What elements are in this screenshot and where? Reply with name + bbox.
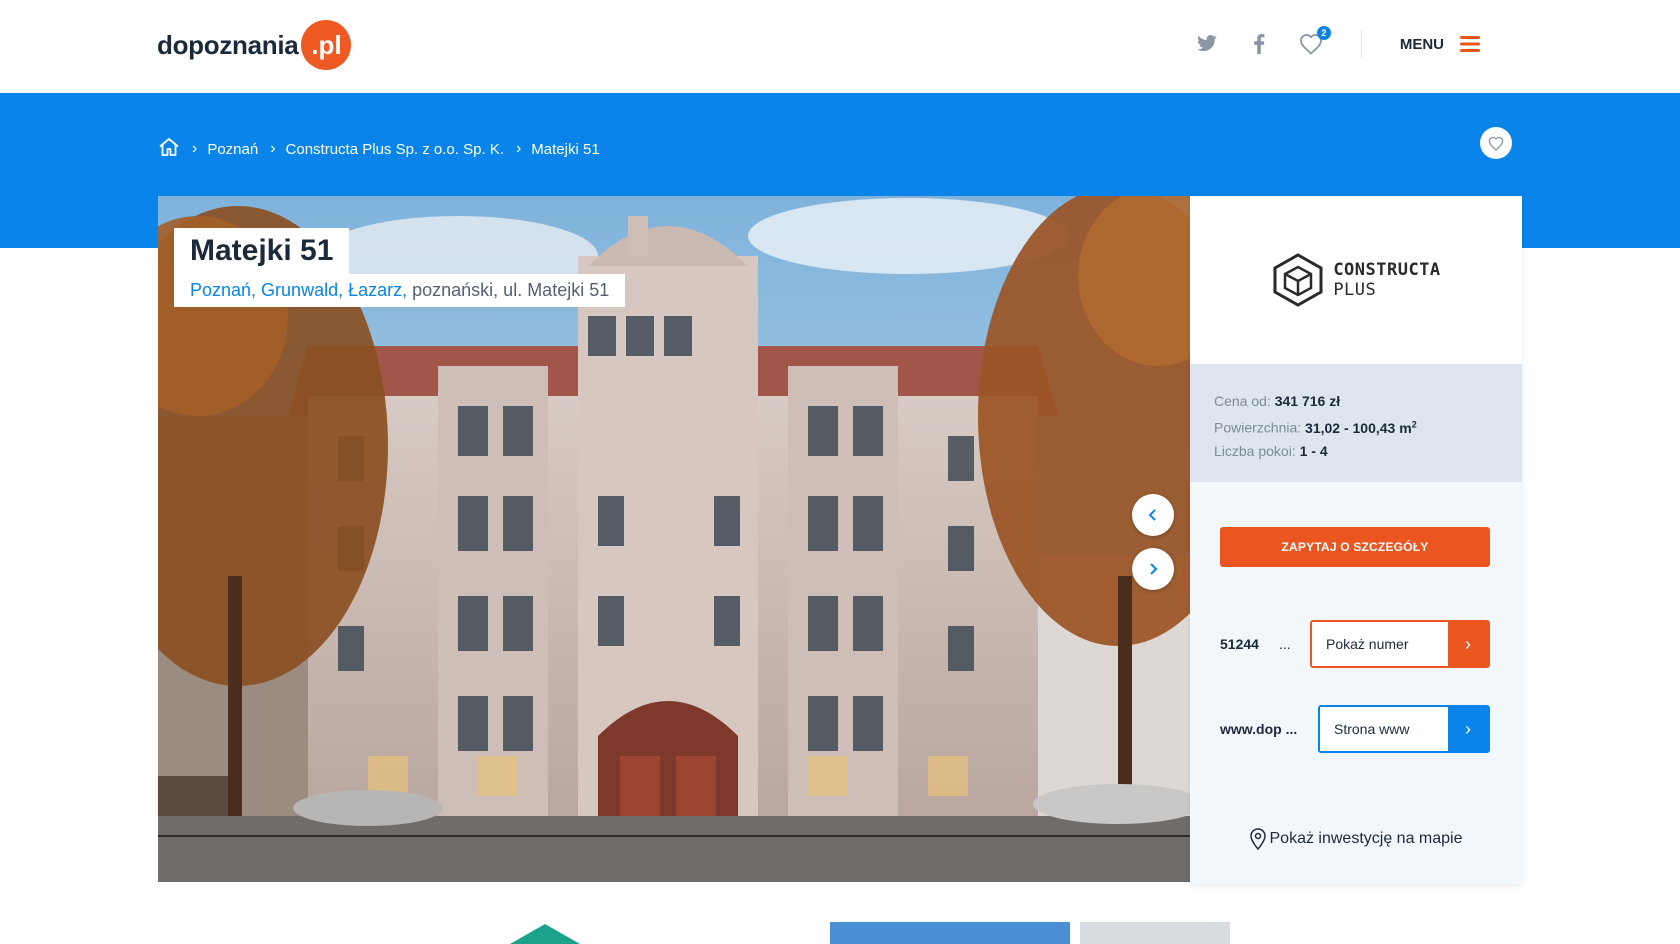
- chevron-left-icon: [1148, 509, 1156, 521]
- area-value: 31,02 - 100,43 m2: [1305, 419, 1417, 436]
- rooms-value: 1 - 4: [1299, 442, 1328, 459]
- breadcrumb-separator: ›: [515, 140, 522, 157]
- gallery-next-button[interactable]: [1132, 548, 1174, 590]
- developer-name-line1: CONSTRUCTA: [1333, 260, 1441, 280]
- breadcrumb: › Poznań › Constructa Plus Sp. z o.o. Sp…: [158, 137, 600, 161]
- menu-button[interactable]: MENU: [1400, 36, 1480, 53]
- listing-gallery[interactable]: Matejki 51 Poznań, Grunwald, Łazarz, poz…: [158, 196, 1190, 882]
- show-on-map-label: Pokaż inwestycję na mapie: [1269, 830, 1463, 847]
- chevron-right-icon: ›: [1448, 707, 1488, 751]
- listing-title-card: Matejki 51 Poznań, Grunwald, Łazarz, poz…: [174, 228, 626, 307]
- menu-label: MENU: [1399, 35, 1444, 53]
- price-value: 341 716 zł: [1274, 393, 1341, 409]
- next-section-logo-peek: [510, 922, 580, 944]
- top-navigation: dopoznania .pl 2 MENU: [0, 0, 1680, 93]
- breadcrumb-item-current[interactable]: Matejki 51: [531, 141, 599, 158]
- show-on-map-link[interactable]: Pokaż inwestycję na mapie: [1190, 828, 1522, 850]
- rooms-row: Liczba pokoi: 1 - 4: [1214, 442, 1328, 459]
- header-divider: [1360, 30, 1362, 58]
- add-to-favorites-button[interactable]: [1480, 127, 1512, 159]
- map-pin-icon: [1249, 828, 1266, 850]
- chevron-right-icon: ›: [1448, 622, 1488, 666]
- ask-details-button[interactable]: ZAPYTAJ O SZCZEGÓŁY: [1220, 527, 1490, 567]
- show-phone-button[interactable]: Pokaż numer ›: [1310, 620, 1490, 668]
- heart-icon: [1488, 136, 1504, 151]
- address-text: poznański, ul. Matejki 51: [407, 280, 610, 300]
- developer-logo[interactable]: CONSTRUCTA PLUS: [1190, 196, 1522, 364]
- show-phone-label: Pokaż numer: [1312, 622, 1448, 666]
- twitter-icon[interactable]: [1193, 30, 1221, 58]
- listing-title: Matejki 51: [174, 228, 350, 274]
- phone-partial: 51244: [1220, 636, 1259, 652]
- breadcrumb-separator: ›: [192, 140, 198, 157]
- developer-name: CONSTRUCTA PLUS: [1333, 260, 1440, 300]
- favorites-count-badge: 2: [1316, 26, 1331, 40]
- top-icons: 2 MENU: [1169, 26, 1480, 58]
- gallery-prev-button[interactable]: [1132, 494, 1174, 536]
- next-section-image-peek: [830, 922, 1230, 944]
- logo-text: dopoznania: [157, 29, 299, 60]
- phone-ellipsis: ...: [1278, 636, 1291, 652]
- website-button[interactable]: Strona www ›: [1318, 705, 1490, 753]
- home-icon[interactable]: [158, 137, 180, 161]
- site-logo[interactable]: dopoznania .pl: [157, 20, 352, 70]
- favorites-heart-icon[interactable]: 2: [1297, 26, 1331, 58]
- cube-logo-icon: [1273, 253, 1323, 307]
- price-row: Cena od: 341 716 zł: [1214, 393, 1341, 409]
- listing-stats: Cena od: 341 716 zł Powierzchnia: 31,02 …: [1190, 364, 1522, 482]
- facebook-icon[interactable]: [1245, 30, 1273, 58]
- listing-sidebar: CONSTRUCTA PLUS Cena od: 341 716 zł Powi…: [1190, 196, 1522, 884]
- location-link[interactable]: Poznań, Grunwald, Łazarz,: [190, 280, 407, 300]
- area-row: Powierzchnia: 31,02 - 100,43 m2: [1214, 419, 1417, 436]
- breadcrumb-separator: ›: [270, 140, 276, 157]
- website-label: Strona www: [1320, 707, 1448, 751]
- developer-name-line2: PLUS: [1333, 280, 1377, 300]
- hamburger-icon: [1460, 36, 1480, 52]
- breadcrumb-item-city[interactable]: Poznań: [207, 141, 258, 158]
- phone-row: 51244 ... Pokaż numer ›: [1220, 620, 1490, 668]
- breadcrumb-item-developer[interactable]: Constructa Plus Sp. z o.o. Sp. K.: [286, 141, 504, 158]
- website-row: www.dop ... Strona www ›: [1220, 705, 1490, 753]
- listing-address: Poznań, Grunwald, Łazarz, poznański, ul.…: [174, 274, 626, 307]
- logo-badge: .pl: [301, 20, 352, 70]
- website-partial: www.dop ...: [1220, 721, 1298, 737]
- chevron-right-icon: [1150, 563, 1158, 575]
